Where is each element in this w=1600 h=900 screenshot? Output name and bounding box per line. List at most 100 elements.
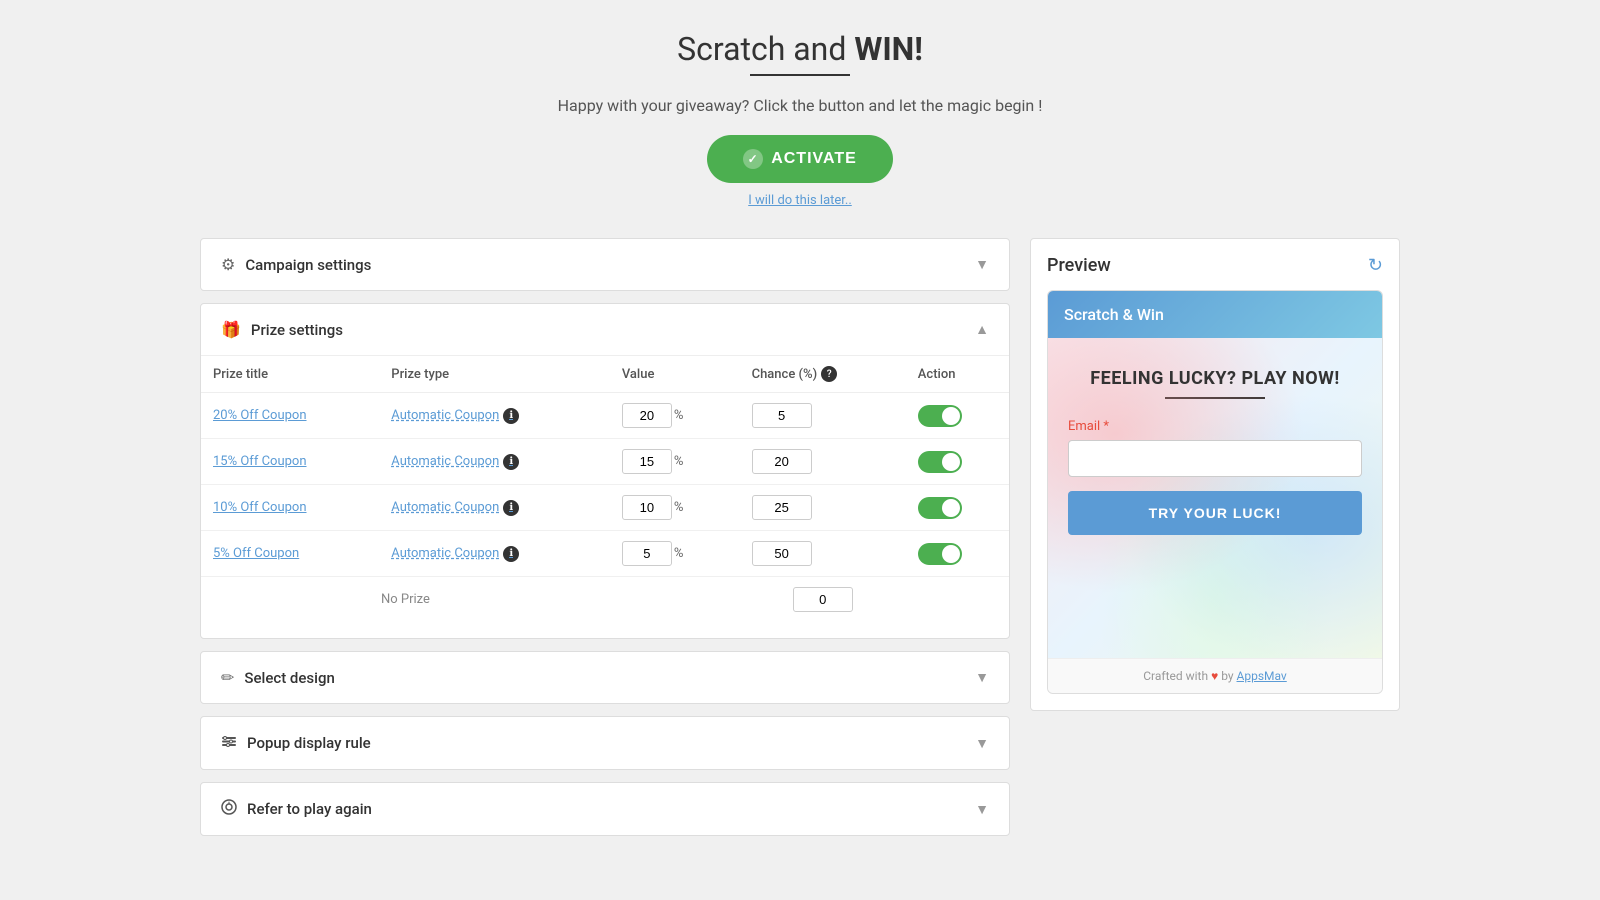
preview-email-input[interactable] — [1068, 440, 1362, 477]
campaign-settings-icon: ⚙ — [221, 255, 235, 274]
popup-display-header[interactable]: Popup display rule ▼ — [201, 717, 1009, 769]
preview-header: Preview ↻ — [1047, 255, 1383, 276]
table-row: 5% Off Coupon Automatic Coupon ℹ — [201, 531, 1009, 577]
chance-info-icon[interactable]: ? — [821, 366, 837, 382]
preview-email-label: Email * — [1068, 419, 1362, 434]
heart-icon: ♥ — [1211, 669, 1221, 683]
select-design-icon: ✏ — [221, 668, 234, 687]
value-unit-15: % — [674, 454, 684, 469]
chance-input-10[interactable] — [752, 495, 812, 520]
chance-input-20[interactable] — [752, 403, 812, 428]
header-subtitle: Happy with your giveaway? Click the butt… — [200, 96, 1400, 115]
col-value: Value — [610, 356, 740, 393]
prize-settings-header[interactable]: 🎁 Prize settings ▲ — [201, 304, 1009, 355]
prize-type-5[interactable]: Automatic Coupon ℹ — [391, 546, 598, 562]
preview-card-footer: Crafted with ♥ by AppsMav — [1048, 658, 1382, 693]
col-chance: Chance (%) ? — [740, 356, 906, 393]
title-plain: Scratch and — [677, 30, 854, 68]
col-prize-title: Prize title — [201, 356, 379, 393]
page-container: Scratch and WIN! Happy with your giveawa… — [200, 30, 1400, 836]
table-row: 15% Off Coupon Automatic Coupon ℹ — [201, 439, 1009, 485]
chance-input-15[interactable] — [752, 449, 812, 474]
refresh-icon[interactable]: ↻ — [1368, 255, 1383, 276]
page-title: Scratch and WIN! — [200, 30, 1400, 68]
refer-to-play-chevron: ▼ — [975, 801, 989, 818]
prize-title-20[interactable]: 20% Off Coupon — [213, 408, 307, 423]
select-design-accordion: ✏ Select design ▼ — [200, 651, 1010, 704]
preview-card: Scratch & Win FEELING LUCKY? PLAY NOW! E… — [1047, 290, 1383, 694]
chance-input-no-prize[interactable] — [793, 587, 853, 612]
preview-card-title: Scratch & Win — [1064, 305, 1164, 324]
prize-settings-body: Prize title Prize type Value Chance (%) … — [201, 355, 1009, 638]
preview-title: Preview — [1047, 255, 1111, 276]
appsmav-link[interactable]: AppsMav — [1237, 669, 1287, 683]
no-prize-row: No Prize — [201, 577, 1009, 623]
email-required: * — [1103, 419, 1109, 434]
title-bold: WIN! — [854, 30, 923, 68]
preview-feeling-lucky: FEELING LUCKY? PLAY NOW! — [1068, 368, 1362, 389]
chance-input-5[interactable] — [752, 541, 812, 566]
table-row: 10% Off Coupon Automatic Coupon ℹ — [201, 485, 1009, 531]
footer-text: Crafted with — [1143, 669, 1208, 683]
main-layout: ⚙ Campaign settings ▼ 🎁 Prize settings ▲ — [200, 238, 1400, 836]
prize-settings-icon: 🎁 — [221, 320, 241, 339]
toggle-10[interactable] — [918, 497, 962, 519]
preview-try-button[interactable]: TRY YOUR LUCK! — [1068, 491, 1362, 535]
prize-settings-label: Prize settings — [251, 321, 343, 339]
col-action: Action — [906, 356, 1009, 393]
type-info-icon-5[interactable]: ℹ — [503, 546, 519, 562]
popup-display-icon — [221, 733, 237, 753]
prize-type-15[interactable]: Automatic Coupon ℹ — [391, 454, 598, 470]
preview-card-header: Scratch & Win — [1048, 291, 1382, 338]
col-prize-type: Prize type — [379, 356, 610, 393]
prize-settings-accordion: 🎁 Prize settings ▲ Prize title Prize typ… — [200, 303, 1010, 639]
select-design-label: Select design — [244, 669, 334, 687]
popup-display-accordion: Popup display rule ▼ — [200, 716, 1010, 770]
check-icon: ✓ — [743, 149, 763, 169]
popup-display-chevron: ▼ — [975, 735, 989, 752]
select-design-header[interactable]: ✏ Select design ▼ — [201, 652, 1009, 703]
prize-title-15[interactable]: 15% Off Coupon — [213, 454, 307, 469]
value-unit-5: % — [674, 546, 684, 561]
value-input-20[interactable] — [622, 403, 672, 428]
title-underline — [750, 74, 850, 76]
toggle-20[interactable] — [918, 405, 962, 427]
prize-settings-chevron: ▲ — [975, 321, 989, 338]
prize-title-5[interactable]: 5% Off Coupon — [213, 546, 299, 561]
table-row: 20% Off Coupon Automatic Coupon ℹ — [201, 393, 1009, 439]
popup-display-label: Popup display rule — [247, 734, 371, 752]
refer-to-play-label: Refer to play again — [247, 800, 372, 818]
type-info-icon-15[interactable]: ℹ — [503, 454, 519, 470]
activate-button[interactable]: ✓ ACTIVATE — [707, 135, 893, 183]
toggle-5[interactable] — [918, 543, 962, 565]
toggle-15[interactable] — [918, 451, 962, 473]
refer-to-play-icon — [221, 799, 237, 819]
email-label-text: Email — [1068, 419, 1100, 434]
type-info-icon-10[interactable]: ℹ — [503, 500, 519, 516]
preview-card-body: FEELING LUCKY? PLAY NOW! Email * TRY YOU… — [1048, 338, 1382, 658]
select-design-chevron: ▼ — [975, 669, 989, 686]
no-prize-label: No Prize — [201, 577, 610, 623]
campaign-settings-chevron: ▼ — [975, 256, 989, 273]
type-info-icon-20[interactable]: ℹ — [503, 408, 519, 424]
value-unit-10: % — [674, 500, 684, 515]
preview-divider — [1165, 397, 1265, 399]
prize-type-20[interactable]: Automatic Coupon ℹ — [391, 408, 598, 424]
value-input-10[interactable] — [622, 495, 672, 520]
prize-title-10[interactable]: 10% Off Coupon — [213, 500, 307, 515]
prize-type-10[interactable]: Automatic Coupon ℹ — [391, 500, 598, 516]
preview-panel: Preview ↻ Scratch & Win FEELING LUCKY? P… — [1030, 238, 1400, 711]
campaign-settings-accordion: ⚙ Campaign settings ▼ — [200, 238, 1010, 291]
value-input-5[interactable] — [622, 541, 672, 566]
left-panel: ⚙ Campaign settings ▼ 🎁 Prize settings ▲ — [200, 238, 1010, 836]
activate-label: ACTIVATE — [771, 150, 857, 168]
prize-table: Prize title Prize type Value Chance (%) … — [201, 356, 1009, 622]
campaign-settings-label: Campaign settings — [245, 256, 371, 274]
refer-to-play-accordion: Refer to play again ▼ — [200, 782, 1010, 836]
value-input-15[interactable] — [622, 449, 672, 474]
value-unit-20: % — [674, 408, 684, 423]
refer-to-play-header[interactable]: Refer to play again ▼ — [201, 783, 1009, 835]
campaign-settings-header[interactable]: ⚙ Campaign settings ▼ — [201, 239, 1009, 290]
later-link[interactable]: I will do this later.. — [200, 193, 1400, 208]
header: Scratch and WIN! Happy with your giveawa… — [200, 30, 1400, 208]
